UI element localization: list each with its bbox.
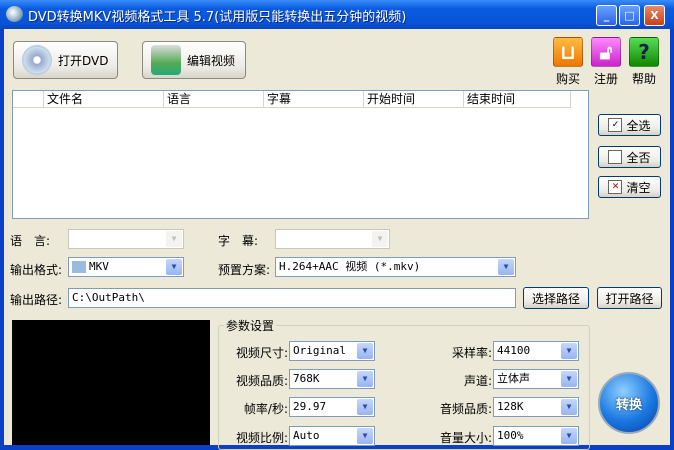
param-value: 29.97 bbox=[293, 400, 327, 413]
buy-button[interactable]: ⊔ 购买 bbox=[553, 37, 588, 87]
preset-label: 预置方案: bbox=[218, 263, 271, 277]
main-panel: 打开DVD 编辑视频 ⊔ 购买 🔓︎ 注册 ? 帮助 文件名 语言 字幕 开始时… bbox=[4, 29, 670, 450]
param-select[interactable]: Auto ▼ bbox=[289, 426, 375, 446]
param-value: Auto bbox=[293, 429, 320, 442]
maximize-button[interactable]: □ bbox=[619, 5, 640, 26]
column-header-start-time[interactable]: 开始时间 bbox=[364, 91, 464, 108]
param-value: 立体声 bbox=[497, 372, 530, 385]
output-format-label: 输出格式: bbox=[10, 263, 63, 277]
delete-icon: ✕ bbox=[608, 180, 623, 194]
param-select[interactable]: 立体声 ▼ bbox=[493, 369, 579, 389]
output-format-select[interactable]: MKV ▼ bbox=[68, 257, 184, 277]
param-label: 视频品质: bbox=[235, 374, 288, 388]
open-dvd-label: 打开DVD bbox=[58, 53, 109, 68]
param-label: 音量大小: bbox=[439, 431, 492, 445]
param-select[interactable]: 128K ▼ bbox=[493, 397, 579, 417]
chevron-down-icon: ▼ bbox=[357, 399, 373, 415]
param-label: 音频品质: bbox=[439, 402, 492, 416]
param-value: 44100 bbox=[497, 344, 531, 357]
param-select[interactable]: Original ▼ bbox=[289, 341, 375, 361]
subtitle-label: 字 幕: bbox=[218, 234, 259, 248]
clear-label: 清空 bbox=[626, 180, 651, 195]
lock-icon: 🔓︎ bbox=[591, 37, 621, 67]
chevron-down-icon: ▼ bbox=[561, 428, 577, 444]
chevron-down-icon: ▼ bbox=[498, 259, 514, 275]
window-title: DVD转换MKV视频格式工具 5.7(试用版只能转换出五分钟的视频) bbox=[28, 10, 407, 25]
param-label: 视频尺寸: bbox=[235, 346, 288, 360]
output-path-label: 输出路径: bbox=[10, 293, 63, 307]
param-value: 128K bbox=[497, 400, 524, 413]
chevron-down-icon: ▼ bbox=[357, 343, 373, 359]
param-value: 768K bbox=[293, 372, 320, 385]
param-value: Original bbox=[293, 344, 346, 357]
column-header-subtitle[interactable]: 字幕 bbox=[264, 91, 364, 108]
clear-button[interactable]: ✕ 清空 bbox=[598, 176, 661, 198]
chevron-down-icon: ▼ bbox=[357, 371, 373, 387]
mkv-format-icon bbox=[72, 261, 86, 273]
convert-label: 转换 bbox=[615, 397, 642, 413]
params-group-title: 参数设置 bbox=[224, 317, 277, 334]
edit-video-label: 编辑视频 bbox=[187, 53, 236, 68]
choose-path-button[interactable]: 选择路径 bbox=[523, 287, 589, 309]
language-label: 语 言: bbox=[10, 234, 51, 248]
param-label: 采样率: bbox=[451, 346, 492, 360]
chevron-down-icon: ▼ bbox=[561, 343, 577, 359]
preset-value: H.264+AAC 视频 (*.mkv) bbox=[279, 260, 421, 273]
chevron-down-icon: ▼ bbox=[166, 259, 182, 275]
close-button[interactable]: X bbox=[644, 5, 665, 26]
register-button[interactable]: 🔓︎ 注册 bbox=[591, 37, 626, 87]
title-bar[interactable]: DVD转换MKV视频格式工具 5.7(试用版只能转换出五分钟的视频) _ □ X bbox=[0, 0, 674, 29]
preset-select[interactable]: H.264+AAC 视频 (*.mkv) ▼ bbox=[275, 257, 516, 277]
param-select[interactable]: 100% ▼ bbox=[493, 426, 579, 446]
column-header-check[interactable] bbox=[13, 91, 44, 108]
param-value: 100% bbox=[497, 429, 524, 442]
edit-video-button[interactable]: 编辑视频 bbox=[142, 41, 246, 79]
subtitle-select[interactable]: ▼ bbox=[275, 229, 390, 249]
chevron-down-icon: ▼ bbox=[561, 371, 577, 387]
uncheck-icon bbox=[608, 150, 623, 164]
chevron-down-icon: ▼ bbox=[357, 428, 373, 444]
output-path-input[interactable]: C:\OutPath\ bbox=[68, 288, 516, 308]
param-select[interactable]: 29.97 ▼ bbox=[289, 397, 375, 417]
param-label: 帧率/秒: bbox=[243, 402, 288, 416]
column-header-end-time[interactable]: 结束时间 bbox=[464, 91, 571, 108]
param-select[interactable]: 768K ▼ bbox=[289, 369, 375, 389]
select-none-button[interactable]: 全否 bbox=[598, 146, 661, 168]
cart-icon: ⊔ bbox=[553, 37, 583, 67]
convert-button[interactable]: 转换 bbox=[598, 372, 660, 434]
open-dvd-button[interactable]: 打开DVD bbox=[13, 41, 118, 79]
select-none-label: 全否 bbox=[626, 150, 651, 165]
output-format-value: MKV bbox=[89, 260, 109, 273]
column-header-language[interactable]: 语言 bbox=[164, 91, 264, 108]
param-label: 声道: bbox=[463, 374, 492, 388]
help-button[interactable]: ? 帮助 bbox=[629, 37, 664, 87]
minimize-button[interactable]: _ bbox=[596, 5, 617, 26]
help-icon: ? bbox=[629, 37, 659, 67]
app-icon bbox=[6, 6, 23, 22]
chevron-down-icon: ▼ bbox=[372, 231, 388, 247]
chevron-down-icon: ▼ bbox=[561, 399, 577, 415]
buy-label: 购买 bbox=[555, 72, 580, 86]
dvd-disc-icon bbox=[22, 45, 52, 75]
column-header-filename[interactable]: 文件名 bbox=[44, 91, 164, 108]
check-icon: ✓ bbox=[608, 118, 623, 132]
param-select[interactable]: 44100 ▼ bbox=[493, 341, 579, 361]
video-preview bbox=[12, 320, 210, 445]
select-all-button[interactable]: ✓ 全选 bbox=[598, 114, 661, 136]
register-label: 注册 bbox=[593, 72, 618, 86]
chevron-down-icon: ▼ bbox=[166, 231, 182, 247]
select-all-label: 全选 bbox=[626, 118, 651, 133]
open-path-button[interactable]: 打开路径 bbox=[597, 287, 662, 309]
param-label: 视频比例: bbox=[235, 431, 288, 445]
edit-video-icon bbox=[151, 45, 181, 75]
help-label: 帮助 bbox=[631, 72, 656, 86]
language-select[interactable]: ▼ bbox=[68, 229, 184, 249]
file-list[interactable]: 文件名 语言 字幕 开始时间 结束时间 bbox=[12, 90, 589, 219]
